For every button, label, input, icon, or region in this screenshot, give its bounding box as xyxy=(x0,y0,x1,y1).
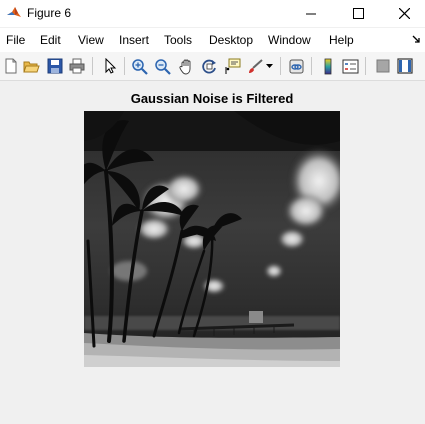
show-plot-tools-icon xyxy=(397,58,413,74)
menu-help[interactable]: Help xyxy=(329,33,354,47)
edit-plot-icon xyxy=(105,58,117,74)
data-cursor-button[interactable] xyxy=(223,57,241,75)
brush-icon xyxy=(248,58,263,73)
window-title: Figure 6 xyxy=(27,6,72,20)
minimize-icon xyxy=(306,13,316,14)
link-plot-button[interactable] xyxy=(287,57,305,75)
chevron-down-icon xyxy=(265,64,273,68)
maximize-icon xyxy=(352,8,364,19)
dock-figure-icon[interactable] xyxy=(412,35,421,44)
maximize-button[interactable] xyxy=(335,0,381,27)
menu-edit[interactable]: Edit xyxy=(40,33,61,47)
menu-file[interactable]: File xyxy=(6,33,25,47)
insert-legend-icon xyxy=(342,59,358,73)
data-cursor-icon xyxy=(225,58,240,74)
rotate-3d-icon xyxy=(201,59,216,73)
edit-plot-button[interactable] xyxy=(101,57,119,75)
insert-colorbar-button[interactable] xyxy=(319,57,337,75)
title-bar: Figure 6 xyxy=(0,0,425,27)
open-file-icon xyxy=(22,61,40,73)
toolbar-separator xyxy=(311,57,312,75)
brush-button[interactable] xyxy=(246,57,264,75)
save-button[interactable] xyxy=(46,57,64,75)
brush-options-dropdown[interactable] xyxy=(264,57,274,75)
toolbar-separator xyxy=(92,57,93,75)
menu-tools[interactable]: Tools xyxy=(164,33,192,47)
pan-icon xyxy=(178,59,190,74)
new-figure-button[interactable] xyxy=(2,57,20,75)
rotate-3d-button[interactable] xyxy=(200,57,218,75)
save-icon xyxy=(47,58,63,74)
filtered-image xyxy=(84,111,340,367)
menu-insert[interactable]: Insert xyxy=(119,33,149,47)
show-plot-tools-button[interactable] xyxy=(396,57,414,75)
figure-toolbar xyxy=(0,52,425,81)
toolbar-separator xyxy=(365,57,366,75)
matlab-logo-icon xyxy=(7,7,21,17)
print-button[interactable] xyxy=(68,57,86,75)
open-file-button[interactable] xyxy=(22,57,40,75)
filtered-grayscale-image xyxy=(84,111,340,367)
menu-view[interactable]: View xyxy=(78,33,104,47)
close-button[interactable] xyxy=(381,0,425,27)
hide-plot-tools-button[interactable] xyxy=(374,57,392,75)
axes-title: Gaussian Noise is Filtered xyxy=(130,91,294,106)
menu-bar: File Edit View Insert Tools Desktop Wind… xyxy=(0,28,425,52)
new-figure-icon xyxy=(5,58,17,74)
menu-window[interactable]: Window xyxy=(268,33,311,47)
hide-plot-tools-icon xyxy=(376,59,390,73)
print-icon xyxy=(69,58,85,74)
minimize-button[interactable] xyxy=(288,0,334,27)
zoom-in-button[interactable] xyxy=(130,57,148,75)
pan-button[interactable] xyxy=(177,57,195,75)
menu-desktop[interactable]: Desktop xyxy=(209,33,253,47)
toolbar-separator xyxy=(124,57,125,75)
toolbar-separator xyxy=(280,57,281,75)
zoom-in-icon xyxy=(131,58,148,75)
insert-colorbar-icon xyxy=(324,58,332,74)
close-icon xyxy=(398,8,410,19)
insert-legend-button[interactable] xyxy=(341,57,359,75)
zoom-out-icon xyxy=(154,58,171,75)
zoom-out-button[interactable] xyxy=(153,57,171,75)
link-plot-icon xyxy=(289,59,303,73)
